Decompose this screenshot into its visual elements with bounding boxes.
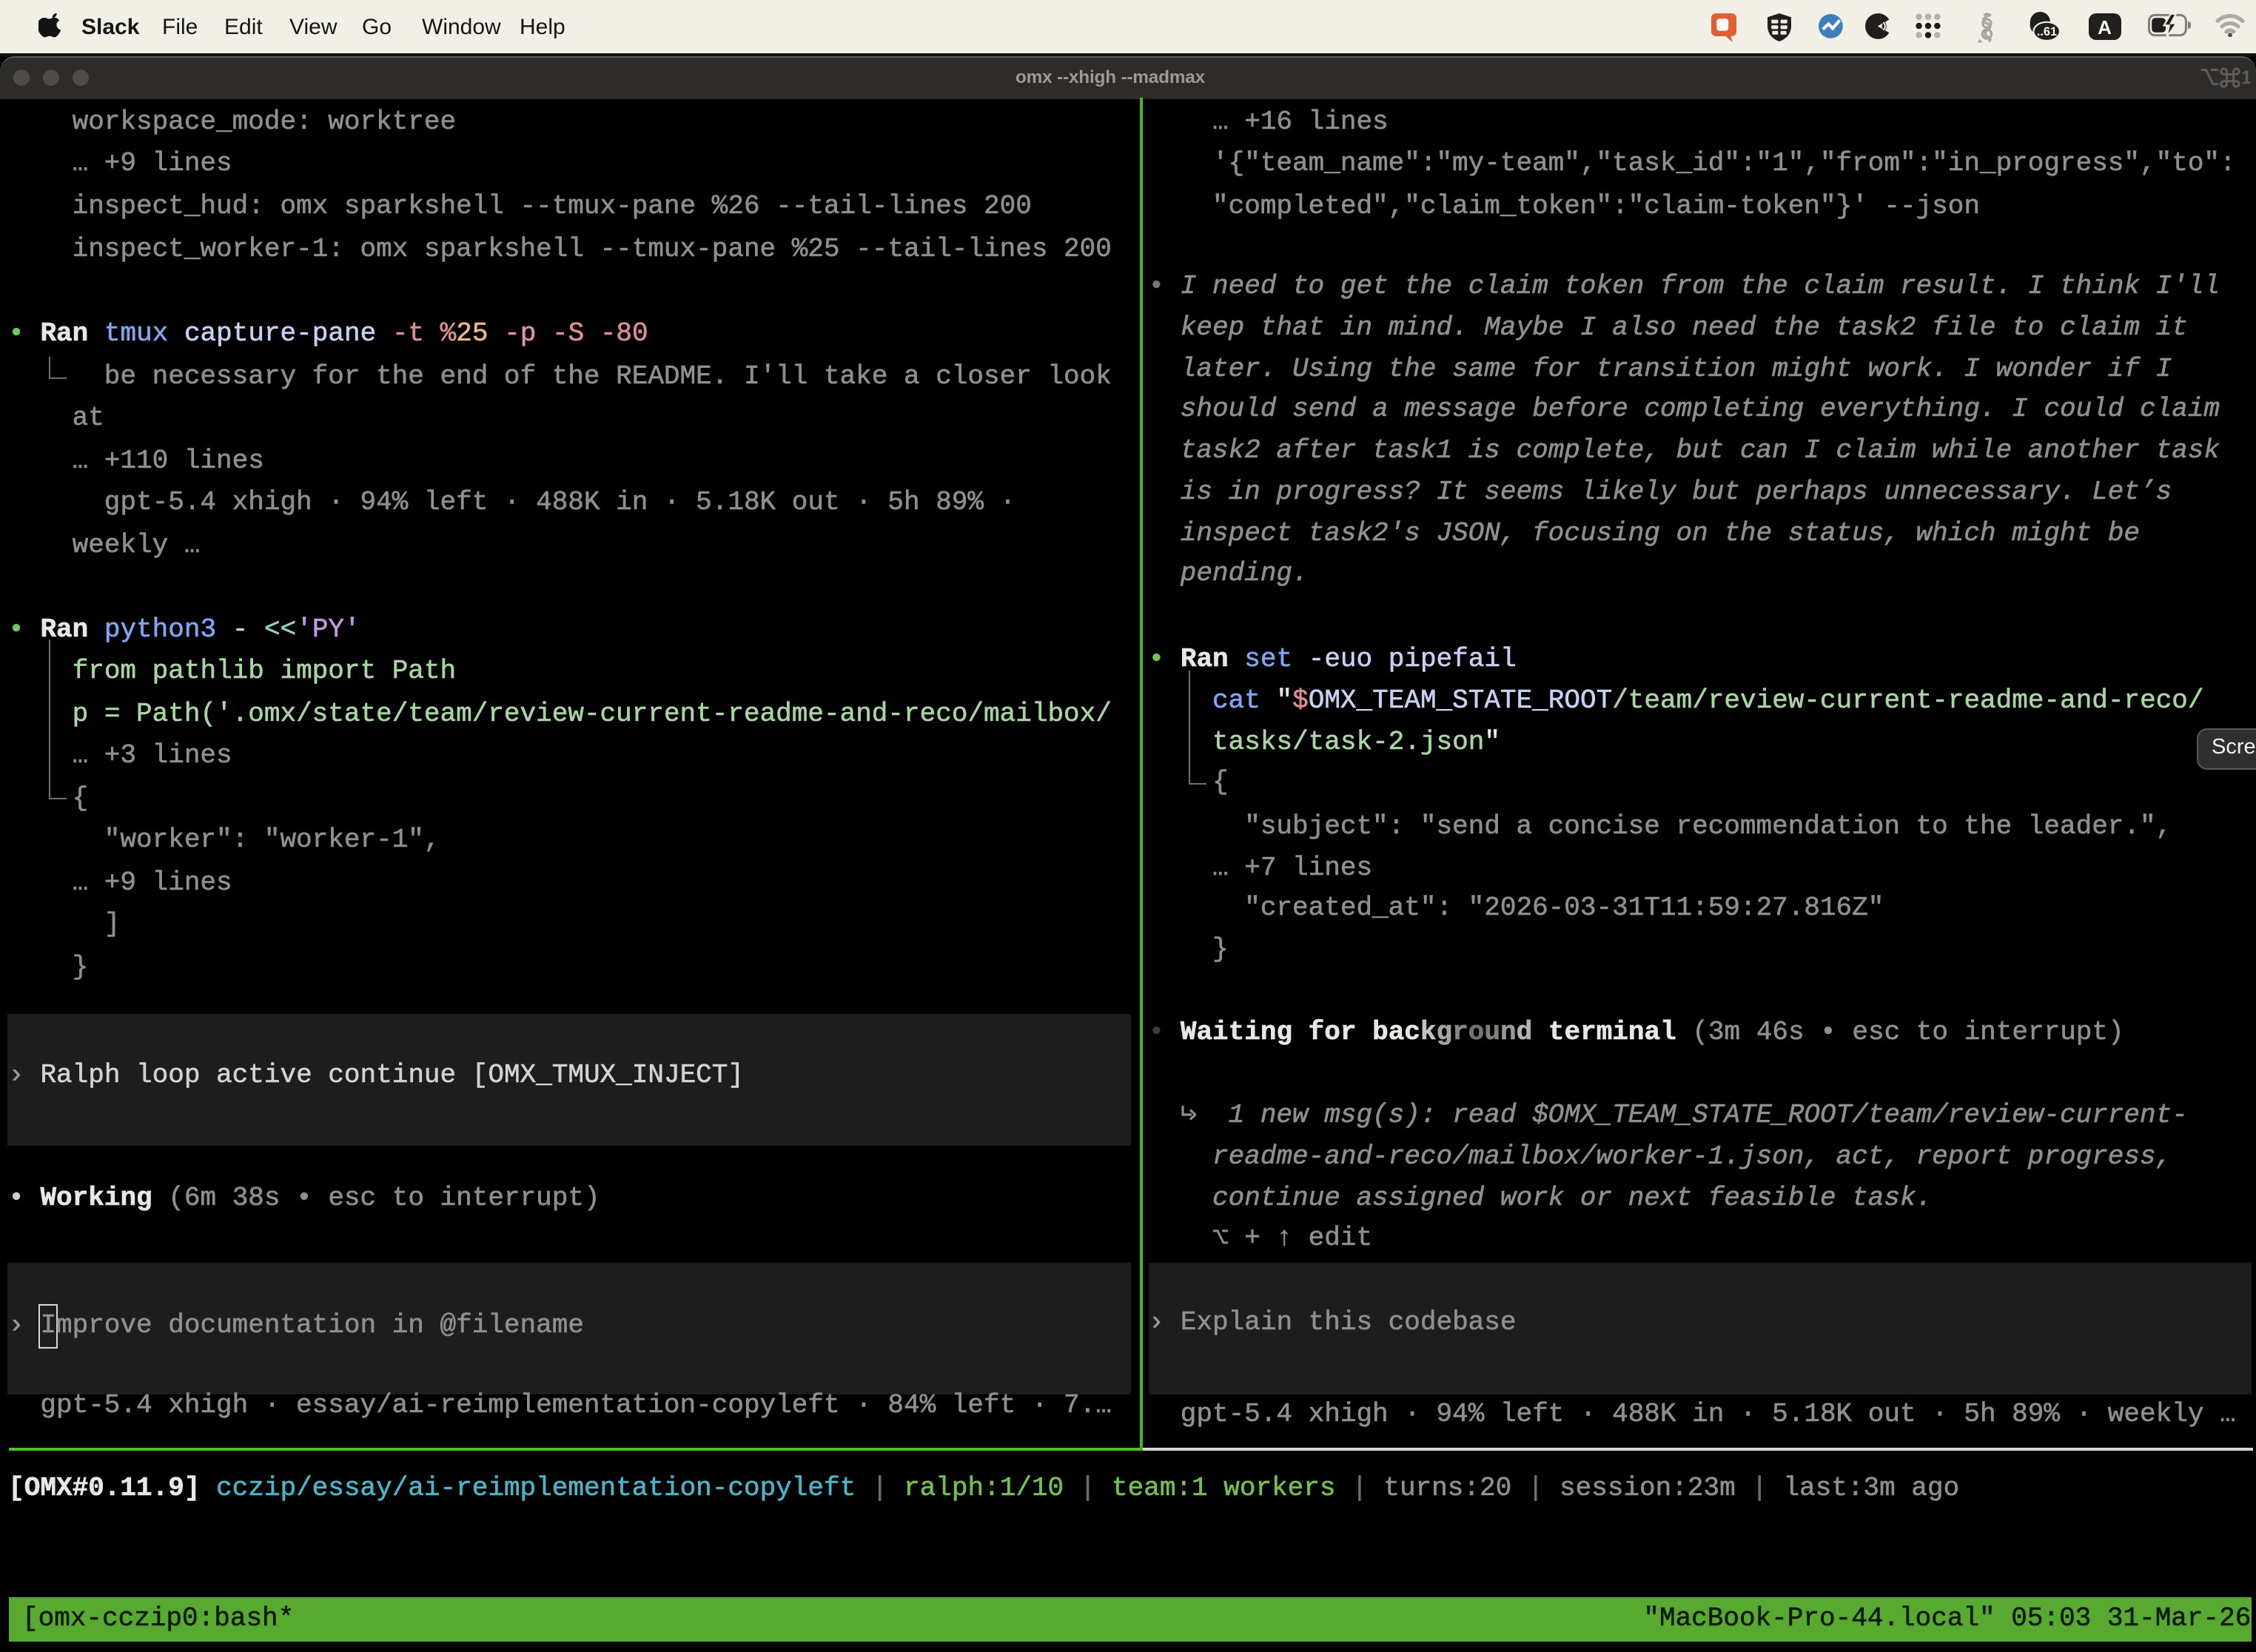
svg-text:1: 1 — [2241, 67, 2250, 88]
svg-text:..61: ..61 — [2037, 24, 2057, 38]
